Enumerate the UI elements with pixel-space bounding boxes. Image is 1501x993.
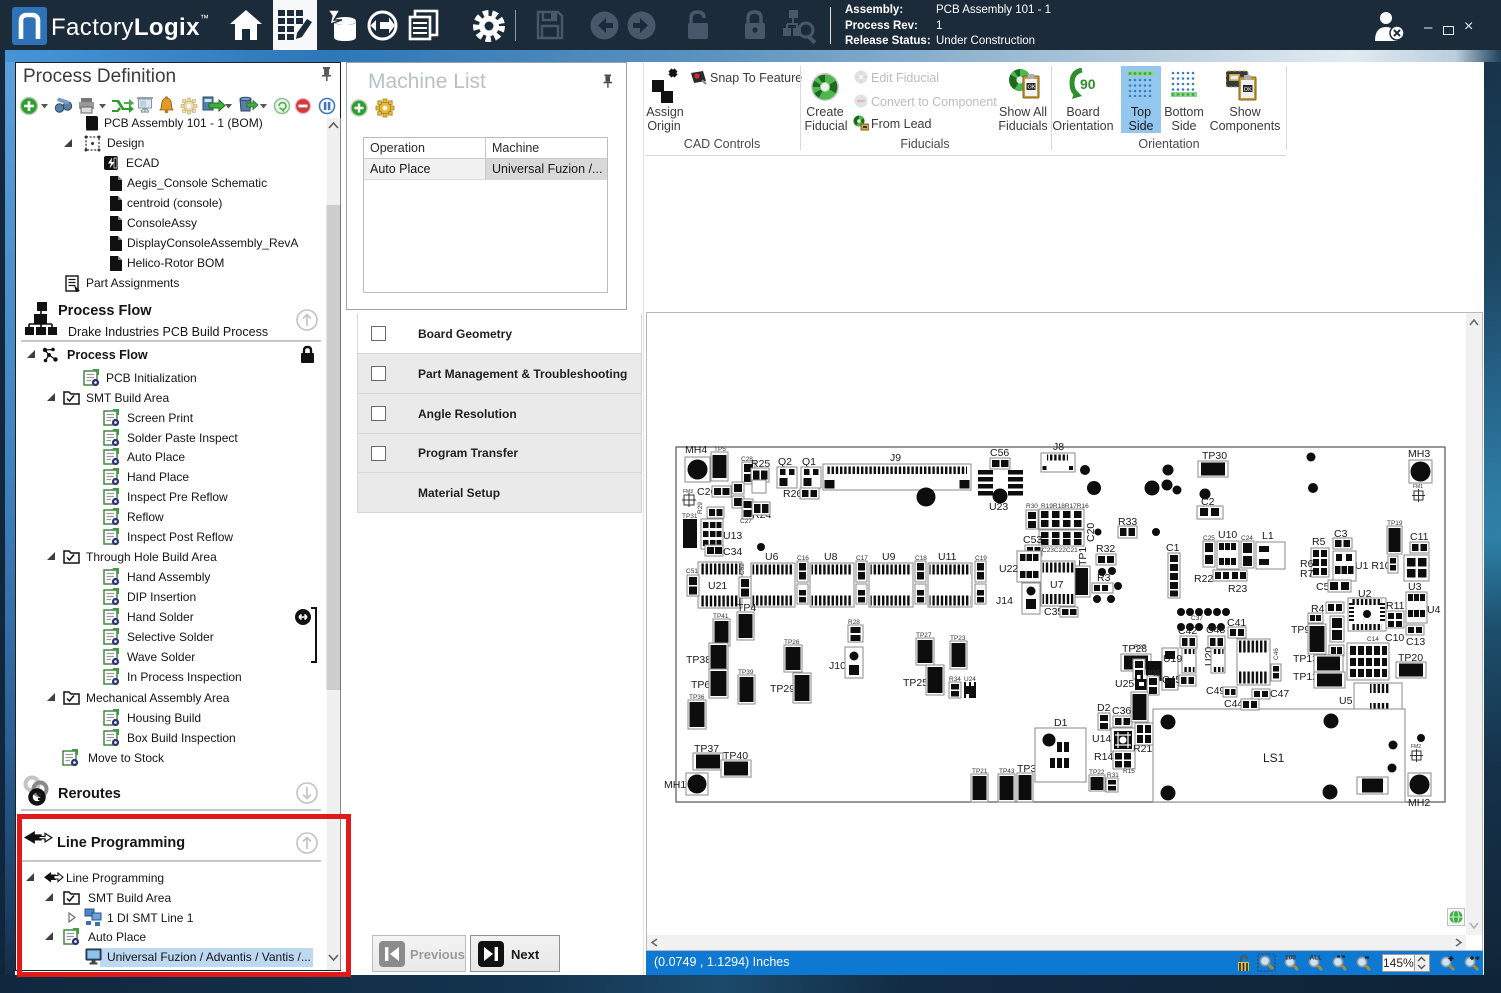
svg-text:MH2: MH2: [1408, 797, 1430, 809]
svg-text:U10: U10: [1218, 529, 1237, 541]
svg-text:U3: U3: [1408, 581, 1422, 593]
svg-text:C51: C51: [686, 568, 698, 575]
svg-text:100: 100: [1285, 955, 1296, 962]
svg-text:R14: R14: [1094, 751, 1113, 763]
svg-text:C11: C11: [1410, 531, 1429, 543]
svg-text:TP30: TP30: [1202, 450, 1227, 462]
svg-text:MH4: MH4: [685, 444, 707, 456]
svg-text:FM1: FM1: [1413, 484, 1423, 490]
svg-text:D1: D1: [1054, 717, 1068, 729]
svg-text:U21: U21: [708, 580, 727, 592]
svg-text:U25: U25: [1115, 678, 1134, 690]
svg-text:U14: U14: [1092, 733, 1111, 745]
svg-text:U9: U9: [882, 551, 896, 563]
svg-text:C42: C42: [1178, 625, 1197, 637]
svg-text:U11: U11: [938, 551, 957, 563]
svg-text:C34: C34: [723, 546, 742, 558]
svg-text:J10: J10: [829, 660, 846, 672]
svg-text:C37: C37: [1191, 615, 1203, 622]
svg-text:C27: C27: [740, 518, 752, 525]
svg-text:R15: R15: [1123, 768, 1135, 775]
svg-text:U6: U6: [765, 551, 779, 563]
svg-text:C56: C56: [990, 447, 1009, 459]
svg-text:U1 R10: U1 R10: [1355, 560, 1391, 572]
svg-text:J8: J8: [1053, 441, 1064, 453]
svg-text:C36: C36: [1112, 705, 1131, 717]
svg-text:TP31: TP31: [682, 513, 698, 520]
svg-text:C13: C13: [1406, 636, 1425, 648]
svg-text:U13: U13: [723, 530, 742, 542]
svg-text:R32: R32: [1096, 543, 1115, 555]
svg-text:FM2: FM2: [1411, 744, 1421, 750]
svg-text:C14: C14: [1367, 636, 1379, 643]
svg-text:C23C22C21: C23C22C21: [1042, 547, 1078, 554]
svg-text:U8: U8: [824, 551, 838, 563]
svg-text:R5: R5: [1312, 536, 1326, 548]
svg-text:TP1: TP1: [1077, 547, 1089, 566]
svg-text:FM3: FM3: [683, 489, 693, 495]
svg-text:90: 90: [1080, 76, 1096, 92]
svg-text:ALL: ALL: [1310, 955, 1323, 962]
svg-text:U23: U23: [989, 501, 1008, 513]
svg-text:C10: C10: [1385, 632, 1404, 644]
svg-text:Q2: Q2: [778, 456, 792, 468]
svg-text:C47: C47: [1270, 688, 1289, 700]
svg-text:U5: U5: [1339, 695, 1353, 707]
svg-text:C48: C48: [1206, 624, 1225, 636]
svg-text:U7: U7: [1050, 579, 1064, 591]
svg-text:TP6: TP6: [691, 679, 710, 691]
svg-text:R30: R30: [1026, 503, 1038, 510]
svg-text:R7: R7: [1300, 568, 1314, 580]
svg-text:L1: L1: [1262, 530, 1274, 542]
svg-text:U22: U22: [999, 563, 1018, 575]
svg-text:LS1: LS1: [1263, 751, 1285, 765]
svg-text:TP38: TP38: [686, 654, 711, 666]
svg-text:MH1: MH1: [664, 779, 686, 791]
svg-text:C53: C53: [1023, 534, 1042, 546]
svg-text:J14: J14: [996, 595, 1013, 607]
svg-text:R22: R22: [1194, 573, 1213, 585]
svg-text:C1: C1: [1166, 542, 1180, 554]
svg-text:J9: J9: [890, 452, 901, 464]
svg-text:U24: U24: [964, 676, 976, 683]
svg-text:OK: OK: [1028, 85, 1036, 91]
svg-text:U4: U4: [1427, 604, 1441, 616]
svg-text:R27: R27: [1134, 644, 1146, 651]
svg-text:C52: C52: [739, 563, 746, 575]
svg-text:Q1: Q1: [802, 456, 816, 468]
svg-text:MH3: MH3: [1408, 448, 1430, 460]
svg-text:D2: D2: [1097, 702, 1111, 714]
svg-text:U19: U19: [1163, 653, 1182, 665]
svg-text:R11: R11: [1386, 600, 1405, 612]
svg-text:TP29: TP29: [770, 683, 795, 695]
svg-text:R29: R29: [697, 502, 704, 514]
svg-text:OK: OK: [1244, 87, 1252, 93]
svg-text:C46: C46: [1273, 648, 1280, 660]
svg-text:TP25: TP25: [903, 677, 928, 689]
svg-text:R23: R23: [1228, 583, 1247, 595]
